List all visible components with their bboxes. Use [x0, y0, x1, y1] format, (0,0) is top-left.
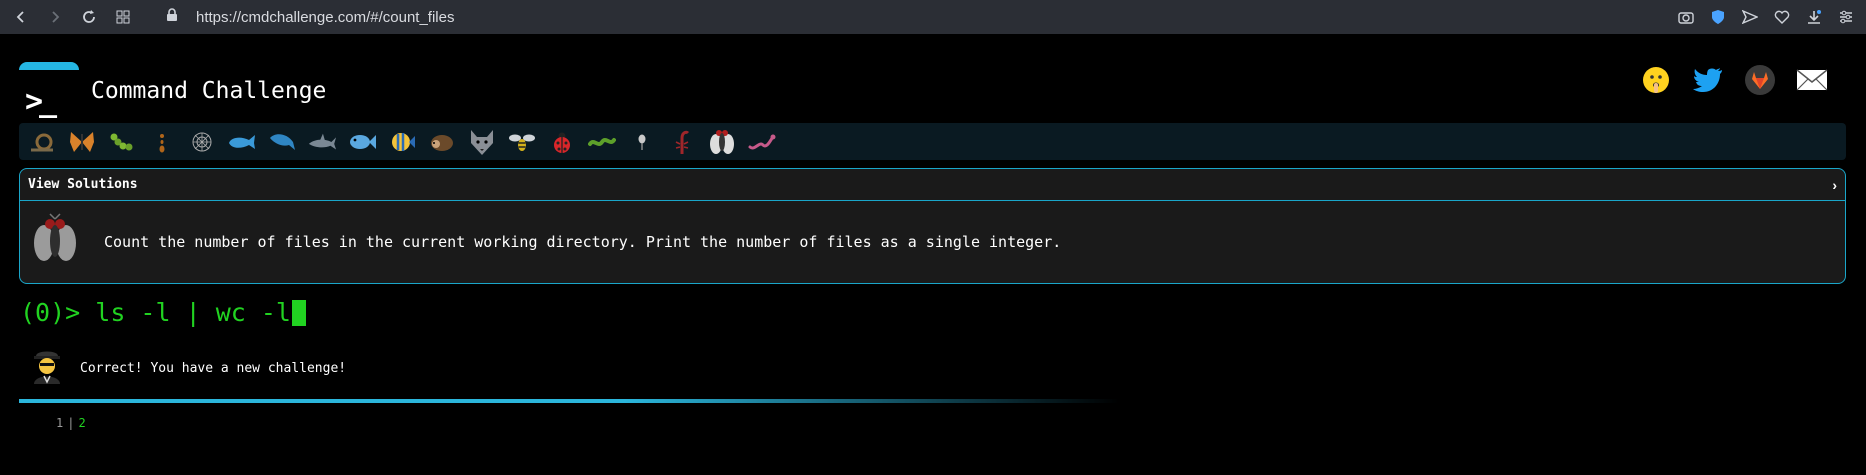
result-text: Correct! You have a new challenge! — [80, 361, 347, 376]
lock-icon — [166, 8, 178, 26]
command-prompt[interactable]: (0)> ls -l | wc -l — [20, 298, 306, 327]
emoji-face-icon[interactable] — [1640, 64, 1672, 96]
snail-icon[interactable] — [27, 127, 57, 157]
challenge-navigation — [19, 123, 1846, 160]
wolf-icon[interactable] — [467, 127, 497, 157]
back-icon[interactable] — [8, 4, 34, 30]
fly-icon[interactable] — [707, 127, 737, 157]
logo-glyph: >_ — [25, 84, 57, 119]
settings-sliders-icon[interactable] — [1838, 9, 1854, 25]
whale-icon[interactable] — [227, 127, 257, 157]
hacker-avatar-icon — [30, 346, 64, 391]
prompt-counter: (0)> — [20, 298, 81, 327]
download-icon[interactable] — [1806, 9, 1822, 25]
site-logo[interactable]: >_ — [19, 62, 79, 120]
worm-icon[interactable] — [587, 127, 617, 157]
page-title: Command Challenge — [91, 78, 327, 104]
output-separator: | — [67, 416, 75, 430]
butterfly-icon[interactable] — [67, 127, 97, 157]
scorpion-icon[interactable] — [667, 127, 697, 157]
view-solutions-label: View Solutions — [28, 177, 138, 192]
browser-toolbar: https://cmdchallenge.com/#/count_files — [0, 0, 1866, 34]
tabs-grid-icon[interactable] — [110, 4, 136, 30]
shield-icon[interactable] — [1710, 9, 1726, 25]
bug-icon[interactable] — [627, 127, 657, 157]
output-line-number: 1 — [56, 416, 64, 430]
heart-icon[interactable] — [1774, 9, 1790, 25]
social-links — [1640, 64, 1828, 96]
fish-icon[interactable] — [347, 127, 377, 157]
hedgehog-icon[interactable] — [427, 127, 457, 157]
result-message: Correct! You have a new challenge! — [30, 346, 346, 391]
reload-icon[interactable] — [76, 4, 102, 30]
camera-icon[interactable] — [1678, 9, 1694, 25]
mail-icon[interactable] — [1796, 64, 1828, 96]
twitter-icon[interactable] — [1692, 64, 1724, 96]
text-cursor — [291, 299, 306, 326]
progress-divider — [19, 399, 1119, 403]
snake-icon[interactable] — [747, 127, 777, 157]
command-input[interactable]: ls -l | wc -l — [95, 298, 291, 327]
output-value: 2 — [78, 416, 86, 430]
bee-icon[interactable] — [507, 127, 537, 157]
web-icon[interactable] — [187, 127, 217, 157]
challenge-description: Count the number of files in the current… — [104, 233, 1062, 251]
caterpillar-icon[interactable] — [107, 127, 137, 157]
view-solutions-toggle[interactable]: View Solutions › — [20, 169, 1845, 201]
tropical-fish-icon[interactable] — [387, 127, 417, 157]
shark-icon[interactable] — [307, 127, 337, 157]
chevron-right-icon: › — [1832, 176, 1837, 193]
address-bar[interactable]: https://cmdchallenge.com/#/count_files — [166, 8, 454, 26]
dolphin-icon[interactable] — [267, 127, 297, 157]
url-text[interactable]: https://cmdchallenge.com/#/count_files — [196, 9, 454, 26]
ladybug-icon[interactable] — [547, 127, 577, 157]
fly-avatar-icon — [30, 212, 80, 272]
challenge-panel: View Solutions › Count the number of fil… — [19, 168, 1846, 284]
command-output: 1 | 2 — [56, 416, 86, 430]
send-icon[interactable] — [1742, 9, 1758, 25]
gitlab-icon[interactable] — [1744, 64, 1776, 96]
forward-icon[interactable] — [42, 4, 68, 30]
ant-icon[interactable] — [147, 127, 177, 157]
